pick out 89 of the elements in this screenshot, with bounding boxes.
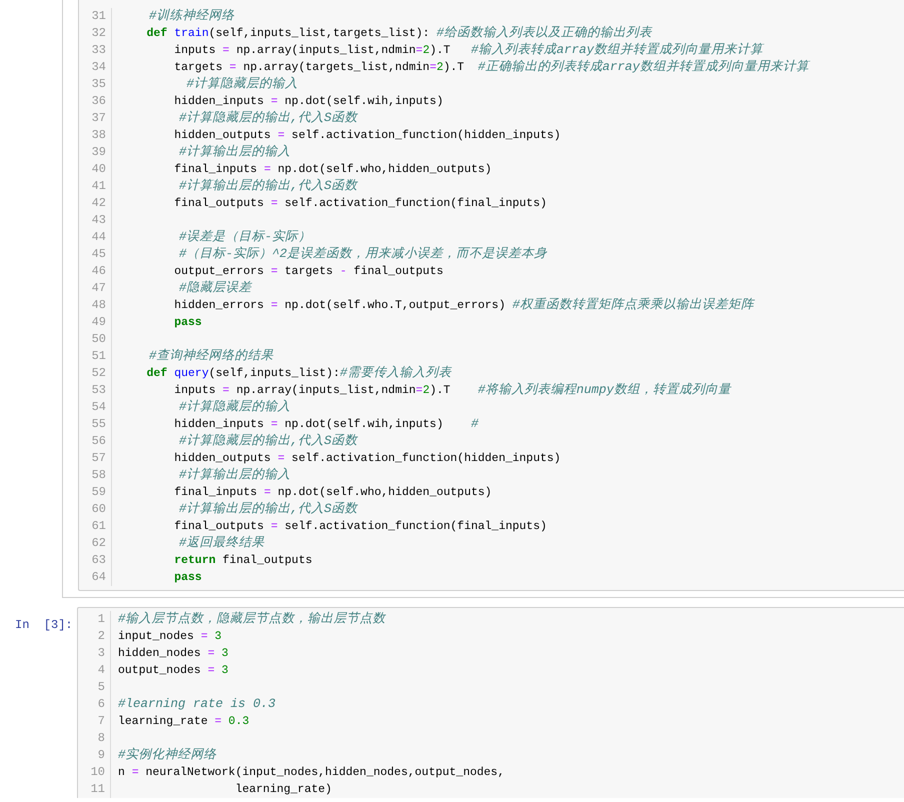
code-line: #计算隐藏层的输出,代入S函数	[178, 110, 358, 127]
code-line: final_outputs = self.activation_function(final_inputs)	[173, 196, 547, 212]
line-number: 63	[92, 552, 107, 569]
code-line: final_inputs = np.dot(self.who,hidden_outputs)	[173, 162, 492, 178]
line-number: 11	[90, 781, 106, 798]
code-line: output_nodes = 3	[118, 663, 228, 679]
line-number: 56	[92, 433, 107, 450]
line-number: 50	[92, 331, 107, 348]
code-line: #输入层节点数，隐藏层节点数，输出层节点数	[118, 611, 386, 628]
line-number: 9	[98, 747, 106, 764]
code-line: hidden_inputs = np.dot(self.wih,inputs)	[173, 94, 444, 110]
line-number: 8	[98, 730, 106, 747]
line-number: 43	[92, 212, 107, 229]
line-number: 3	[98, 645, 106, 662]
code-line: targets = np.array(targets_list,ndmin=2).T #正确输出的列表转成array数组并转置成列向量用来计算	[173, 59, 809, 76]
line-number: 32	[92, 25, 107, 42]
line-number: 57	[92, 450, 107, 467]
code-line: #误差是（目标-实际）	[178, 229, 312, 246]
line-number: 6	[98, 696, 106, 713]
line-number: 7	[98, 713, 106, 730]
line-number: 41	[92, 178, 107, 195]
code-line: hidden_errors = np.dot(self.who.T,output_errors) #权重函数转置矩阵点乘乘以输出误差矩阵	[173, 297, 754, 314]
line-number: 37	[92, 110, 107, 127]
line-number: 64	[92, 569, 107, 586]
code-line: #（目标-实际）^2是误差函数，用来减小误差，而不是误差本身	[178, 246, 548, 263]
code-line: #learning rate is 0.3	[118, 696, 276, 713]
code-line: input_nodes = 3	[118, 629, 222, 645]
line-number: 46	[92, 263, 107, 280]
code-line: #计算输出层的输入	[178, 467, 291, 484]
line-number: 38	[92, 127, 107, 144]
line-number: 33	[92, 42, 107, 59]
code-line: output_errors = targets - final_outputs	[173, 264, 444, 280]
line-number: 44	[92, 229, 107, 246]
line-number: 60	[92, 501, 107, 518]
line-number: 36	[92, 93, 107, 110]
code-line: #隐藏层误差	[178, 280, 252, 297]
line-number: 62	[92, 535, 107, 552]
code-line: #计算隐藏层的输出,代入S函数	[178, 433, 358, 450]
code-line: pass	[173, 315, 202, 331]
line-number: 58	[92, 467, 107, 484]
line-number: 48	[92, 297, 107, 314]
line-number: 39	[92, 144, 107, 161]
code-line: pass	[173, 570, 202, 586]
code-line: hidden_inputs = np.dot(self.wih,inputs) #	[173, 416, 478, 433]
code-line: learning_rate)	[234, 782, 332, 798]
code-line: #实例化神经网络	[118, 747, 217, 764]
line-number: 31	[92, 8, 107, 25]
code-line: #返回最终结果	[178, 535, 265, 552]
line-number: 4	[98, 662, 106, 679]
cell-prompt: In [3]:	[15, 618, 73, 632]
line-number: 53	[92, 382, 107, 399]
code-line: #查询神经网络的结果	[148, 348, 274, 365]
line-number: 10	[90, 764, 106, 781]
line-number: 2	[98, 628, 106, 645]
line-number: 59	[92, 484, 107, 501]
code-line: #训练神经网络	[148, 8, 235, 25]
code-line: hidden_nodes = 3	[118, 646, 228, 662]
code-line: #计算隐藏层的输入	[186, 76, 298, 93]
code-line: #计算输出层的输出,代入S函数	[178, 501, 358, 518]
line-number: 54	[92, 399, 107, 416]
code-editor[interactable]	[78, 0, 904, 591]
line-number: 52	[92, 365, 107, 382]
code-line: inputs = np.array(inputs_list,ndmin=2).T #输入列表转成array数组并转置成列向量用来计算	[173, 42, 764, 59]
code-line: hidden_outputs = self.activation_function(hidden_inputs)	[173, 451, 561, 467]
code-line: def train(self,inputs_list,targets_list): #给函数输入列表以及正确的输出列表	[146, 25, 652, 42]
line-number: 49	[92, 314, 107, 331]
line-number: 34	[92, 59, 107, 76]
line-number: 51	[92, 348, 107, 365]
line-number: 40	[92, 161, 107, 178]
line-number: 1	[98, 611, 106, 628]
code-line: #计算隐藏层的输入	[178, 399, 291, 416]
line-number: 61	[92, 518, 107, 535]
code-line: return final_outputs	[173, 553, 312, 569]
line-number: 5	[98, 679, 106, 696]
code-line: #计算输出层的输出,代入S函数	[178, 178, 358, 195]
code-line: inputs = np.array(inputs_list,ndmin=2).T #将输入列表编程numpy数组，转置成列向量	[173, 382, 731, 399]
line-number: 45	[92, 246, 107, 263]
code-line: n = neuralNetwork(input_nodes,hidden_nodes,output_nodes,	[118, 765, 504, 781]
code-line: final_outputs = self.activation_function(final_inputs)	[173, 519, 547, 535]
code-line: def query(self,inputs_list):#需要传入输入列表	[146, 365, 452, 382]
code-line: hidden_outputs = self.activation_function(hidden_inputs)	[173, 128, 561, 144]
line-number: 55	[92, 416, 107, 433]
code-line: learning_rate = 0.3	[118, 714, 250, 730]
line-number: 35	[92, 76, 107, 93]
code-line: #计算输出层的输入	[178, 144, 291, 161]
code-line: final_inputs = np.dot(self.who,hidden_outputs)	[173, 485, 492, 501]
code-editor[interactable]	[77, 607, 904, 798]
line-number: 47	[92, 280, 107, 297]
line-number: 42	[92, 195, 107, 212]
